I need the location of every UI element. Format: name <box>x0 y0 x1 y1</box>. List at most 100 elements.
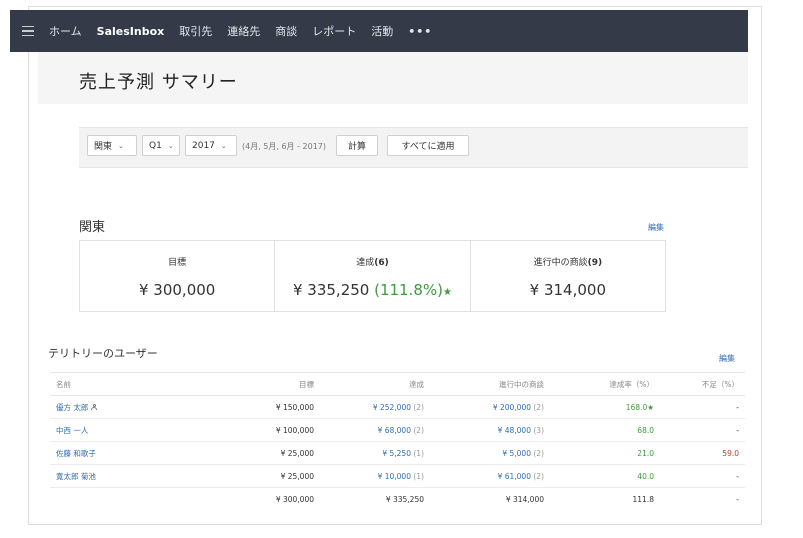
users-edit-link[interactable]: 編集 <box>719 353 735 364</box>
column-header-target[interactable]: 目標 <box>200 372 320 396</box>
inprogress-label: 進行中の商談(9) <box>533 258 603 268</box>
quarter-select[interactable]: Q1 ⌄ <box>142 135 180 156</box>
apply-all-button[interactable]: すべてに適用 <box>387 135 469 156</box>
column-header-shortfall[interactable]: 不足（%） <box>660 372 745 396</box>
achieved-count: (2) <box>413 425 424 435</box>
table-row: 中西 一人 ¥ 100,000 ¥ 68,000 (2) ¥ 48,000 (3… <box>50 418 745 442</box>
total-target-cell: ¥ 300,000 <box>275 494 314 504</box>
nav-item-reports[interactable]: レポート <box>312 23 356 39</box>
total-inprogress-cell: ¥ 314,000 <box>505 494 544 504</box>
achieved-value: ¥ 335,250 (111.8%)★ <box>292 281 452 299</box>
nav-item-activities[interactable]: 活動 <box>371 23 393 39</box>
inprogress-cell: ¥ 61,000 (2) <box>430 464 550 488</box>
period-range-text: (4月, 5月, 6月 - 2017) <box>242 142 327 151</box>
achieved-link[interactable]: ¥ 5,250 <box>382 449 411 458</box>
table-total-row: ¥ 300,000 ¥ 335,250 ¥ 314,000 111.8 - <box>50 488 745 511</box>
region-select[interactable]: 関東 ⌄ <box>87 135 137 156</box>
chevron-down-icon: ⌄ <box>167 141 174 150</box>
inprogress-link[interactable]: ¥ 5,000 <box>502 449 531 458</box>
top-navigation-bar: ホーム SalesInbox 取引先 連絡先 商談 レポート 活動 ••• <box>10 10 748 52</box>
achieved-cell: ¥ 5,250 (1) <box>320 441 430 465</box>
user-name-link[interactable]: 優方 太郎 <box>56 403 88 412</box>
user-name-cell: 佐藤 和歌子 <box>50 441 200 465</box>
table-row: 寛太郎 菊池 ¥ 25,000 ¥ 10,000 (1) ¥ 61,000 (2… <box>50 464 745 488</box>
column-header-rate[interactable]: 達成率（%） <box>550 372 660 396</box>
column-header-inprogress[interactable]: 進行中の商談 <box>430 372 550 396</box>
user-name-cell: 優方 太郎 <box>50 395 200 419</box>
target-cell: ¥ 150,000 <box>200 395 320 419</box>
nav-item-contacts[interactable]: 連絡先 <box>227 23 260 39</box>
target-cell: ¥ 25,000 <box>200 464 320 488</box>
total-achieved-cell: ¥ 335,250 <box>385 494 424 504</box>
rate-cell: 40.0 <box>550 464 660 488</box>
achieved-percentage: (111.8%) <box>374 281 444 299</box>
target-label: 目標 <box>168 258 187 268</box>
nav-item-salesinbox[interactable]: SalesInbox <box>97 25 165 38</box>
user-name-link[interactable]: 寛太郎 菊池 <box>56 472 96 481</box>
user-name-link[interactable]: 中西 一人 <box>56 426 88 435</box>
territory-users-title: テリトリーのユーザー <box>48 347 158 360</box>
page-title: 売上予測 サマリー <box>79 72 238 93</box>
inprogress-cell: ¥ 5,000 (2) <box>430 441 550 465</box>
star-icon: ★ <box>443 287 452 298</box>
achieved-link[interactable]: ¥ 68,000 <box>378 426 411 435</box>
hamburger-menu-icon[interactable] <box>22 26 34 36</box>
achieved-label: 達成(6) <box>356 258 389 268</box>
total-rate-cell: 111.8 <box>632 494 654 504</box>
inprogress-card: 進行中の商談(9) ¥ 314,000 <box>471 241 665 311</box>
inprogress-link[interactable]: ¥ 61,000 <box>498 472 531 481</box>
rate-cell: 168.0★ <box>550 395 660 419</box>
nav-item-deals[interactable]: 商談 <box>275 23 297 39</box>
achieved-count: (1) <box>413 471 424 481</box>
total-name-cell <box>50 488 200 511</box>
achieved-cell: ¥ 252,000 (2) <box>320 395 430 419</box>
person-icon <box>91 403 98 411</box>
shortfall-cell: - <box>660 464 745 488</box>
shortfall-cell: - <box>660 418 745 442</box>
inprogress-count: (3) <box>533 425 544 435</box>
inprogress-cell: ¥ 200,000 (2) <box>430 395 550 419</box>
column-header-name[interactable]: 名前 <box>50 372 200 396</box>
inprogress-link[interactable]: ¥ 200,000 <box>493 403 531 412</box>
region-edit-link[interactable]: 編集 <box>648 222 664 233</box>
year-select-value: 2017 <box>192 140 215 151</box>
table-header-row: 名前 目標 達成 進行中の商談 達成率（%） 不足（%） <box>50 372 745 396</box>
year-select[interactable]: 2017 ⌄ <box>185 135 237 156</box>
target-cell: ¥ 100,000 <box>200 418 320 442</box>
nav-item-home[interactable]: ホーム <box>49 23 82 39</box>
table-row: 佐藤 和歌子 ¥ 25,000 ¥ 5,250 (1) ¥ 5,000 (2) … <box>50 441 745 465</box>
nav-more-menu[interactable]: ••• <box>408 25 432 38</box>
inprogress-count: (9) <box>587 258 603 268</box>
region-select-value: 関東 <box>94 142 113 152</box>
forecast-summary-cards: 目標 ¥ 300,000 達成(6) ¥ 335,250 (111.8%)★ 進… <box>79 240 666 312</box>
target-card: 目標 ¥ 300,000 <box>80 241 276 311</box>
achieved-count: (2) <box>413 402 424 412</box>
user-name-link[interactable]: 佐藤 和歌子 <box>56 449 96 458</box>
inprogress-count: (2) <box>533 402 544 412</box>
achieved-cell: ¥ 68,000 (2) <box>320 418 430 442</box>
column-header-achieved[interactable]: 達成 <box>320 372 430 396</box>
achieved-count: (6) <box>374 258 389 268</box>
target-cell: ¥ 25,000 <box>200 441 320 465</box>
shortfall-cell: - <box>660 395 745 419</box>
calculate-button[interactable]: 計算 <box>336 135 378 156</box>
achieved-cell: ¥ 10,000 (1) <box>320 464 430 488</box>
achieved-link[interactable]: ¥ 252,000 <box>373 403 411 412</box>
nav-item-accounts[interactable]: 取引先 <box>179 23 212 39</box>
shortfall-cell: 59.0 <box>660 441 745 465</box>
chevron-down-icon: ⌄ <box>220 141 227 150</box>
total-shortfall-cell: - <box>736 494 739 504</box>
inprogress-link[interactable]: ¥ 48,000 <box>498 426 531 435</box>
inprogress-count: (2) <box>533 448 544 458</box>
user-name-cell: 寛太郎 菊池 <box>50 464 200 488</box>
inprogress-count: (2) <box>533 471 544 481</box>
quarter-select-value: Q1 <box>149 140 162 151</box>
rate-cell: 21.0 <box>550 441 660 465</box>
inprogress-value: ¥ 314,000 <box>529 281 606 299</box>
achieved-card: 達成(6) ¥ 335,250 (111.8%)★ <box>275 241 471 311</box>
target-value: ¥ 300,000 <box>138 281 216 299</box>
region-title: 関東 <box>79 220 106 235</box>
achieved-link[interactable]: ¥ 10,000 <box>378 472 411 481</box>
rate-cell: 68.0 <box>550 418 660 442</box>
user-name-cell: 中西 一人 <box>50 418 200 442</box>
